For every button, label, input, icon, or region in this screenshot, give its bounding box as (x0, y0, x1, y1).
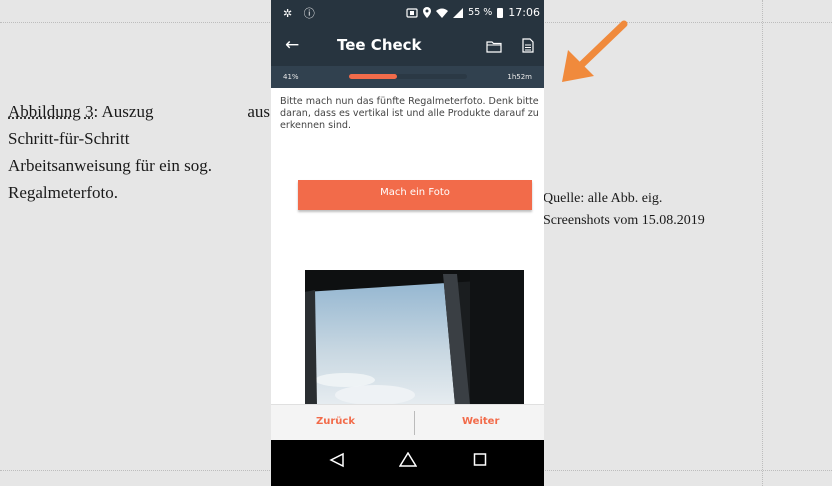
bottom-navigation: Zurück Weiter (271, 404, 544, 441)
back-button[interactable]: Zurück (316, 416, 355, 427)
figure-label: Abbildung 3 (8, 102, 94, 121)
source-line: Quelle: alle Abb. eig. (543, 191, 663, 206)
status-left-icons: ✲ ⓘ (283, 7, 319, 20)
figure-caption: Abbildung 3: Auszug aus Schritt-für-Schr… (8, 98, 270, 206)
photo-preview (305, 270, 524, 405)
wifi-icon (436, 8, 449, 18)
signal-icon (453, 7, 464, 18)
phone-screenshot: ✲ ⓘ 55 % 17:06 ← Tee Check 41% 1h52m Bit… (271, 0, 544, 486)
home-icon[interactable] (399, 452, 417, 468)
document-icon[interactable] (522, 38, 534, 53)
window-photo-image (305, 270, 524, 405)
take-photo-button[interactable]: Mach ein Foto (298, 180, 532, 210)
next-button[interactable]: Weiter (462, 416, 499, 427)
source-line: Screenshots vom 15.08.2019 (543, 213, 705, 228)
battery-icon (497, 7, 504, 18)
app-title: Tee Check (337, 36, 422, 54)
caption-text: Regalmeterfoto. (8, 183, 118, 202)
caption-text: Schritt-für-Schritt (8, 129, 130, 148)
back-arrow-icon[interactable]: ← (285, 35, 299, 55)
instruction-text: Bitte mach nun das fünfte Regalmeterfoto… (280, 96, 539, 131)
app-bar: ← Tee Check (271, 26, 544, 66)
status-time: 17:06 (508, 6, 540, 19)
caption-text: : Auszug (93, 102, 154, 121)
progress-bar: 41% 1h52m (271, 66, 544, 88)
battery-percent: 55 % (468, 7, 493, 18)
folder-icon[interactable] (486, 40, 502, 53)
divider (414, 411, 415, 435)
source-note: Quelle: alle Abb. eig. Screenshots vom 1… (543, 188, 803, 232)
progress-fill (349, 74, 398, 79)
caption-text: Arbeitsanweisung für ein sog. (8, 156, 212, 175)
caption-text: aus (247, 102, 270, 121)
guide-line (762, 0, 763, 486)
progress-percent: 41% (283, 73, 299, 81)
system-nav-bar (271, 440, 544, 486)
recents-icon[interactable] (473, 452, 487, 468)
annotation-arrow-icon (562, 20, 628, 82)
back-triangle-icon[interactable] (329, 452, 345, 468)
progress-track (349, 74, 467, 79)
status-bar: ✲ ⓘ 55 % 17:06 (271, 0, 544, 26)
location-icon (423, 7, 432, 18)
remaining-time: 1h52m (507, 73, 532, 81)
nfc-icon (406, 7, 418, 18)
